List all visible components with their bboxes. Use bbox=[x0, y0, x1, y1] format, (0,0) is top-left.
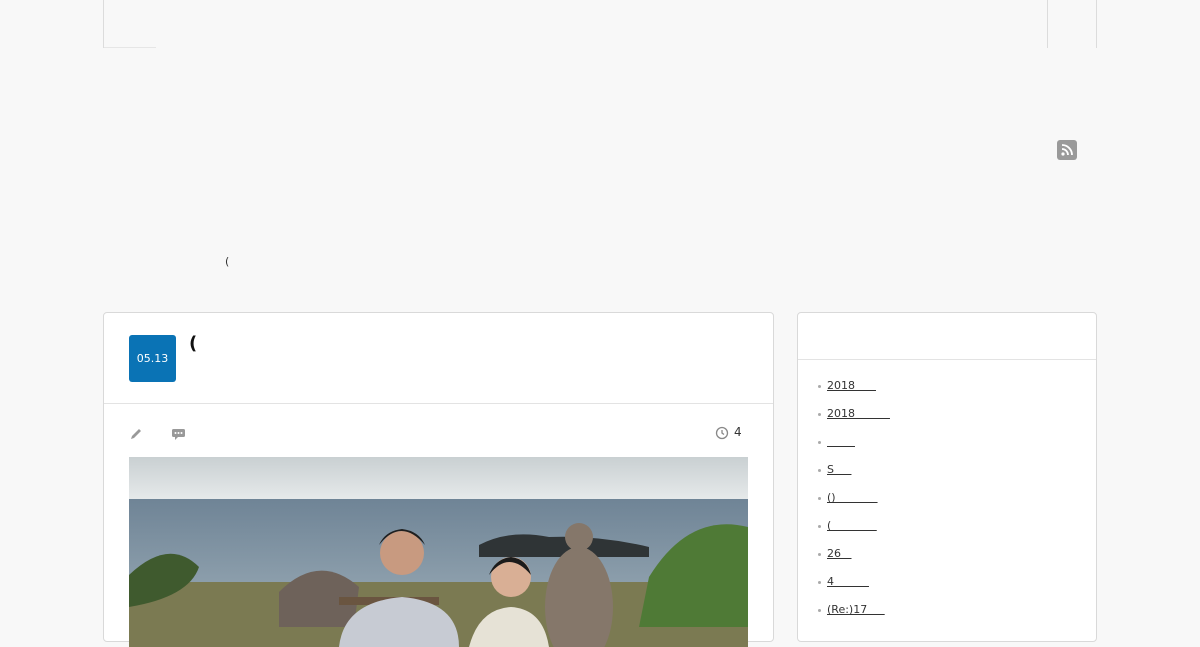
list-item: (Re:)17 bbox=[818, 603, 1096, 631]
sidebar-link[interactable]: 26 bbox=[827, 547, 852, 560]
sidebar-link[interactable]: ( bbox=[827, 519, 877, 532]
comment-icon[interactable] bbox=[171, 426, 186, 440]
top-nav-bar bbox=[103, 0, 1097, 48]
rss-icon[interactable] bbox=[1057, 140, 1077, 160]
sidebar-widget: 2018 2018 S () ( 26 4 (Re:)17 bbox=[797, 312, 1097, 642]
site-description: ( bbox=[225, 255, 230, 268]
sidebar-link[interactable]: () bbox=[827, 491, 878, 504]
view-count: 4 bbox=[734, 425, 742, 439]
post-title[interactable]: ( bbox=[189, 333, 197, 354]
clock-icon bbox=[715, 425, 729, 440]
list-item bbox=[818, 435, 1096, 463]
list-item: 26 bbox=[818, 547, 1096, 575]
sidebar-link[interactable]: (Re:)17 bbox=[827, 603, 885, 616]
sidebar-link[interactable]: 2018 bbox=[827, 407, 890, 420]
post-photo bbox=[129, 457, 748, 647]
list-item: ( bbox=[818, 519, 1096, 547]
list-item: S bbox=[818, 463, 1096, 491]
sidebar-list: 2018 2018 S () ( 26 4 (Re:)17 bbox=[798, 360, 1096, 631]
nav-divider bbox=[1047, 0, 1048, 48]
sidebar-header bbox=[798, 313, 1096, 360]
pencil-icon[interactable] bbox=[129, 426, 143, 440]
list-item: 2018 bbox=[818, 379, 1096, 407]
post-meta: 4 bbox=[104, 404, 773, 459]
date-badge: 05.13 bbox=[129, 335, 176, 382]
post-header: 05.13 ( bbox=[104, 313, 773, 404]
list-item: 2018 bbox=[818, 407, 1096, 435]
post-card: 05.13 ( 4 bbox=[103, 312, 774, 647]
list-item: 4 bbox=[818, 575, 1096, 603]
sidebar-link[interactable]: S bbox=[827, 463, 851, 476]
sidebar-link[interactable] bbox=[827, 435, 855, 448]
sidebar-link[interactable]: 2018 bbox=[827, 379, 876, 392]
nav-underline bbox=[104, 47, 156, 48]
sidebar-link[interactable]: 4 bbox=[827, 575, 869, 588]
list-item: () bbox=[818, 491, 1096, 519]
